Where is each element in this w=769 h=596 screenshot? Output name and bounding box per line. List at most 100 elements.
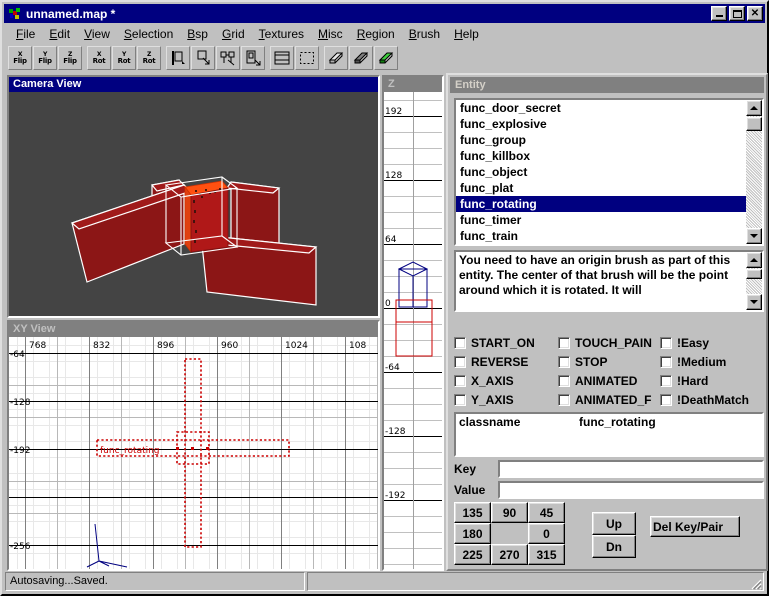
entity-list-item-5[interactable]: func_plat [456,180,762,196]
minimize-button[interactable] [711,6,727,21]
brush-hollow-button[interactable] [349,45,373,70]
selection-drag-button[interactable] [191,45,215,70]
entity-list-item-8[interactable]: func_train [456,228,762,244]
toolbar: X Flip Y Flip Z Flip X Rot Y Rot Z Rot [4,44,765,71]
maximize-button[interactable] [729,6,745,21]
camera-view-canvas[interactable] [9,92,378,316]
brush-cut-button[interactable] [324,45,348,70]
flag-medium-checkbox[interactable] [660,355,672,368]
y-flip-button[interactable]: Y Flip [33,45,57,70]
angle-button-135[interactable]: 135 [454,502,491,523]
flag-y-axis-checkbox[interactable] [454,393,466,406]
flag-stop[interactable]: STOP [558,355,660,369]
brush-make-button[interactable] [374,45,398,70]
menu-item-region[interactable]: Region [350,25,402,43]
angle-button-0[interactable]: 0 [528,523,565,544]
entity-inspector-panel: Entity func_door_secret func_explosive f… [446,73,768,571]
entity-list-item-1[interactable]: func_explosive [456,116,762,132]
menu-item-misc[interactable]: Misc [311,25,350,43]
xy-view-panel[interactable]: XY View 768 832 896 960 1024 108 -64 -12… [7,320,380,571]
angle-down-button[interactable]: Dn [592,535,636,558]
show-coordinates-button[interactable] [270,45,294,70]
entity-list-item-0[interactable]: func_door_secret [456,100,762,116]
entity-list-item-7[interactable]: func_timer [456,212,762,228]
entity-list-item-3[interactable]: func_killbox [456,148,762,164]
value-input[interactable] [498,480,764,499]
flag-reverse-checkbox[interactable] [454,355,466,368]
x-flip-button[interactable]: X Flip [8,45,32,70]
flag-animated-fast[interactable]: ANIMATED_F [558,393,660,407]
flag-deathmatch-label: !DeathMatch [677,392,750,407]
flag-deathmatch[interactable]: !DeathMatch [660,393,764,407]
entity-list-scroll-down-button[interactable] [746,228,762,244]
angle-button-180[interactable]: 180 [454,523,491,544]
camera-view-panel[interactable]: Camera View [7,75,380,318]
flag-medium[interactable]: !Medium [660,355,764,369]
key-input[interactable] [498,459,764,478]
angle-button-225[interactable]: 225 [454,544,491,565]
menu-item-file[interactable]: File [9,25,42,43]
entity-connect-button[interactable] [216,45,240,70]
entity-list-scroll-up-button[interactable] [746,100,762,116]
flag-animated-checkbox[interactable] [558,374,570,387]
select-region-button[interactable] [295,45,319,70]
menu-item-bsp[interactable]: Bsp [180,25,215,43]
menu-item-brush[interactable]: Brush [402,25,447,43]
entity-list-item-2[interactable]: func_group [456,132,762,148]
entity-list-item-4[interactable]: func_object [456,164,762,180]
z-view-canvas[interactable]: 192 128 64 0 -64 -128 -192 [384,92,442,569]
menu-item-view[interactable]: View [77,25,117,43]
flag-touch-pain[interactable]: TOUCH_PAIN [558,336,660,350]
description-scroll-down-button[interactable] [746,294,762,310]
flag-stop-checkbox[interactable] [558,355,570,368]
flag-start-on[interactable]: START_ON [454,336,558,350]
menu-item-textures[interactable]: Textures [252,25,311,43]
flag-start-on-checkbox[interactable] [454,336,466,349]
arrow-up-icon [750,106,758,110]
angle-button-90[interactable]: 90 [491,502,528,523]
z-rotate-button[interactable]: Z Rot [137,45,161,70]
flag-x-axis[interactable]: X_AXIS [454,374,558,388]
flag-easy-checkbox[interactable] [660,336,672,349]
entity-list-scrollbar[interactable] [746,100,762,244]
flag-hard[interactable]: !Hard [660,374,764,388]
description-scroll-thumb[interactable] [746,269,762,279]
x-rotate-button[interactable]: X Rot [87,45,111,70]
z-view-panel[interactable]: Z 192 128 64 0 -64 -128 -192 [382,75,444,571]
property-row-classname[interactable]: classname func_rotating [456,414,762,429]
flag-reverse[interactable]: REVERSE [454,355,558,369]
entity-description-box[interactable]: You need to have an origin brush as part… [454,250,764,312]
close-button[interactable]: ✕ [747,6,763,21]
clipper-button[interactable] [166,45,190,70]
angle-button-270[interactable]: 270 [491,544,528,565]
flag-hard-checkbox[interactable] [660,374,672,387]
entity-list[interactable]: func_door_secret func_explosive func_gro… [454,98,764,246]
flag-animated-fast-checkbox[interactable] [558,393,570,406]
delete-key-pair-button[interactable]: Del Key/Pair [650,516,740,537]
xy-view-canvas[interactable]: 768 832 896 960 1024 108 -64 -128 -192 -… [9,337,378,569]
flag-animated[interactable]: ANIMATED [558,374,660,388]
flag-y-axis[interactable]: Y_AXIS [454,393,558,407]
y-rot-label: Rot [117,56,131,65]
svg-text:-128: -128 [10,398,31,408]
entity-list-scroll-thumb[interactable] [746,117,762,131]
resize-grip-icon[interactable] [748,576,762,590]
menu-item-grid[interactable]: Grid [215,25,252,43]
menu-item-edit[interactable]: Edit [42,25,77,43]
menu-item-help[interactable]: Help [447,25,486,43]
angle-up-button[interactable]: Up [592,512,636,535]
property-list[interactable]: classname func_rotating [454,412,764,457]
flag-touch-pain-checkbox[interactable] [558,336,570,349]
entity-list-item-6-selected[interactable]: func_rotating [456,196,762,212]
z-flip-button[interactable]: Z Flip [58,45,82,70]
path-button[interactable] [241,45,265,70]
angle-button-315[interactable]: 315 [528,544,565,565]
description-scroll-up-button[interactable] [746,252,762,268]
flag-x-axis-checkbox[interactable] [454,374,466,387]
y-rotate-button[interactable]: Y Rot [112,45,136,70]
entity-description-scrollbar[interactable] [746,252,762,310]
angle-button-45[interactable]: 45 [528,502,565,523]
flag-easy[interactable]: !Easy [660,336,764,350]
menu-item-selection[interactable]: Selection [117,25,180,43]
flag-deathmatch-checkbox[interactable] [660,393,672,406]
